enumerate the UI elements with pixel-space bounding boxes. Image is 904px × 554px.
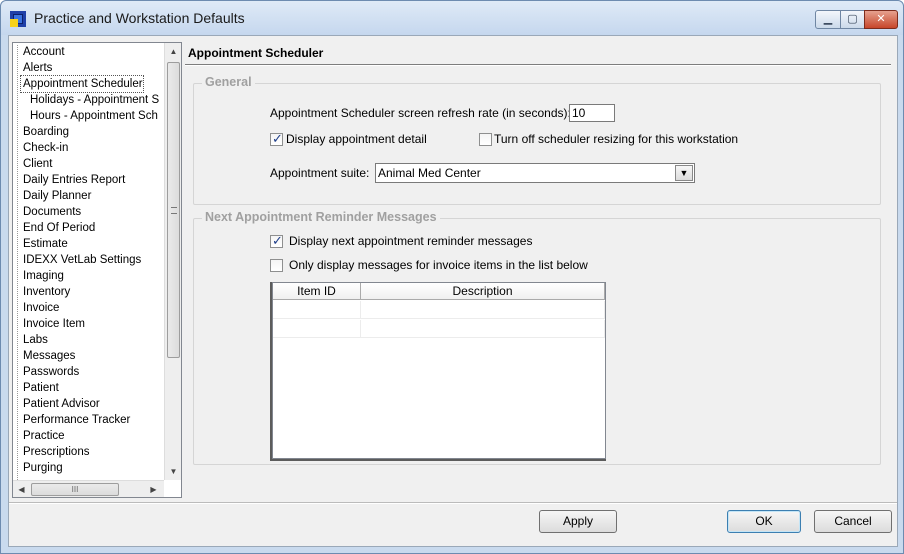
tree-item[interactable]: Account [21,44,65,60]
ok-button[interactable]: OK [727,510,801,533]
tree-item[interactable]: Invoice [21,300,59,316]
reminder-messages-group-legend: Next Appointment Reminder Messages [202,210,440,224]
table-cell-description[interactable] [361,301,605,319]
tree-item[interactable]: Prescriptions [21,444,89,460]
tree-item[interactable]: Performance Tracker [21,412,130,428]
tree-item[interactable]: Documents [21,204,81,220]
general-group-legend: General [202,75,255,89]
reminder-messages-group: Next Appointment Reminder Messages Displ… [193,210,881,465]
refresh-rate-input[interactable]: 10 [569,104,615,122]
tree-item[interactable]: IDEXX VetLab Settings [21,252,141,268]
settings-tree[interactable]: Account Alerts Appointment Scheduler Holida… [12,42,182,498]
tree-item[interactable]: Daily Planner [21,188,91,204]
scroll-left-arrow-icon[interactable]: ◀ [13,481,30,498]
tree-item[interactable]: Hours - Appointment Sch [28,108,158,124]
tree-item[interactable]: Patient Advisor [21,396,100,412]
scroll-grip-icon [171,207,177,214]
appointment-suite-value: Animal Med Center [378,166,481,180]
display-appointment-detail-label: Display appointment detail [286,132,427,146]
settings-content: Appointment Scheduler General Appointmen… [185,42,893,498]
refresh-rate-label: Appointment Scheduler screen refresh rat… [270,106,571,120]
horizontal-scroll-thumb[interactable]: III [31,483,119,496]
dialog-window: Practice and Workstation Defaults ▁ ▢ ✕ … [0,0,904,554]
tree-item[interactable]: Inventory [21,284,70,300]
tree-item[interactable]: Labs [21,332,48,348]
only-invoice-items-label: Only display messages for invoice items … [289,258,588,272]
table-cell-description[interactable] [361,320,605,338]
turn-off-resizing-label: Turn off scheduler resizing for this wor… [494,132,739,146]
reminder-items-table[interactable]: Item ID Description [272,282,606,459]
appointment-suite-label: Appointment suite: [270,166,370,180]
display-next-reminder-label: Display next appointment reminder messag… [289,234,533,248]
only-invoice-items-checkbox[interactable] [270,259,283,272]
panel-title-divider [185,64,891,66]
dialog-client-area: Account Alerts Appointment Scheduler Holida… [8,35,898,547]
tree-item[interactable]: Holidays - Appointment S [28,92,159,108]
tree-vertical-scrollbar[interactable]: ▲ ▼ [164,43,181,480]
scroll-down-arrow-icon[interactable]: ▼ [165,463,182,480]
tree-item[interactable]: End Of Period [21,220,95,236]
vertical-scroll-thumb[interactable] [167,62,180,358]
tree-item[interactable]: Imaging [21,268,64,284]
column-header-description[interactable]: Description [361,283,605,300]
table-cell-item-id[interactable] [273,320,361,338]
cancel-button[interactable]: Cancel [814,510,892,533]
tree-connector-line [17,45,18,480]
tree-item[interactable]: Purging [21,460,63,476]
scroll-right-arrow-icon[interactable]: ▶ [145,481,162,498]
column-header-item-id[interactable]: Item ID [273,283,361,300]
tree-horizontal-scrollbar[interactable]: ◀ III ▶ [13,480,164,497]
tree-item[interactable]: Appointment Scheduler [20,75,144,93]
apply-button[interactable]: Apply [539,510,617,533]
chevron-down-icon[interactable]: ▼ [675,165,693,181]
turn-off-resizing-checkbox[interactable] [479,133,492,146]
tree-item[interactable]: Messages [21,348,75,364]
display-next-reminder-checkbox[interactable] [270,233,283,249]
table-cell-item-id[interactable] [273,301,361,319]
tree-item[interactable]: Check-in [21,140,68,156]
tree-item[interactable]: Boarding [21,124,69,140]
general-group: General Appointment Scheduler screen ref… [193,75,881,205]
window-title: Practice and Workstation Defaults [34,10,245,26]
footer-divider [9,502,897,504]
tree-item[interactable]: Patient [21,380,59,396]
app-icon [10,11,26,27]
tree-item[interactable]: Invoice Item [21,316,85,332]
table-row[interactable] [273,301,605,319]
tree-item[interactable]: Daily Entries Report [21,172,125,188]
tree-item[interactable]: Practice [21,428,65,444]
display-appointment-detail-checkbox[interactable] [270,131,283,147]
tree-item[interactable]: Client [21,156,52,172]
appointment-suite-select[interactable]: Animal Med Center ▼ [375,163,695,183]
minimize-button[interactable]: ▁ [815,10,841,29]
title-bar[interactable]: Practice and Workstation Defaults ▁ ▢ ✕ [1,1,903,35]
scroll-up-arrow-icon[interactable]: ▲ [165,43,182,60]
table-row[interactable] [273,320,605,338]
panel-title: Appointment Scheduler [188,46,324,60]
tree-item[interactable]: Estimate [21,236,68,252]
tree-item[interactable]: Passwords [21,364,79,380]
tree-item[interactable]: Alerts [21,60,52,76]
settings-tree-list: Account Alerts Appointment Scheduler Holida… [13,43,164,480]
maximize-button[interactable]: ▢ [840,10,865,29]
close-button[interactable]: ✕ [864,10,898,29]
table-header: Item ID Description [273,283,605,300]
